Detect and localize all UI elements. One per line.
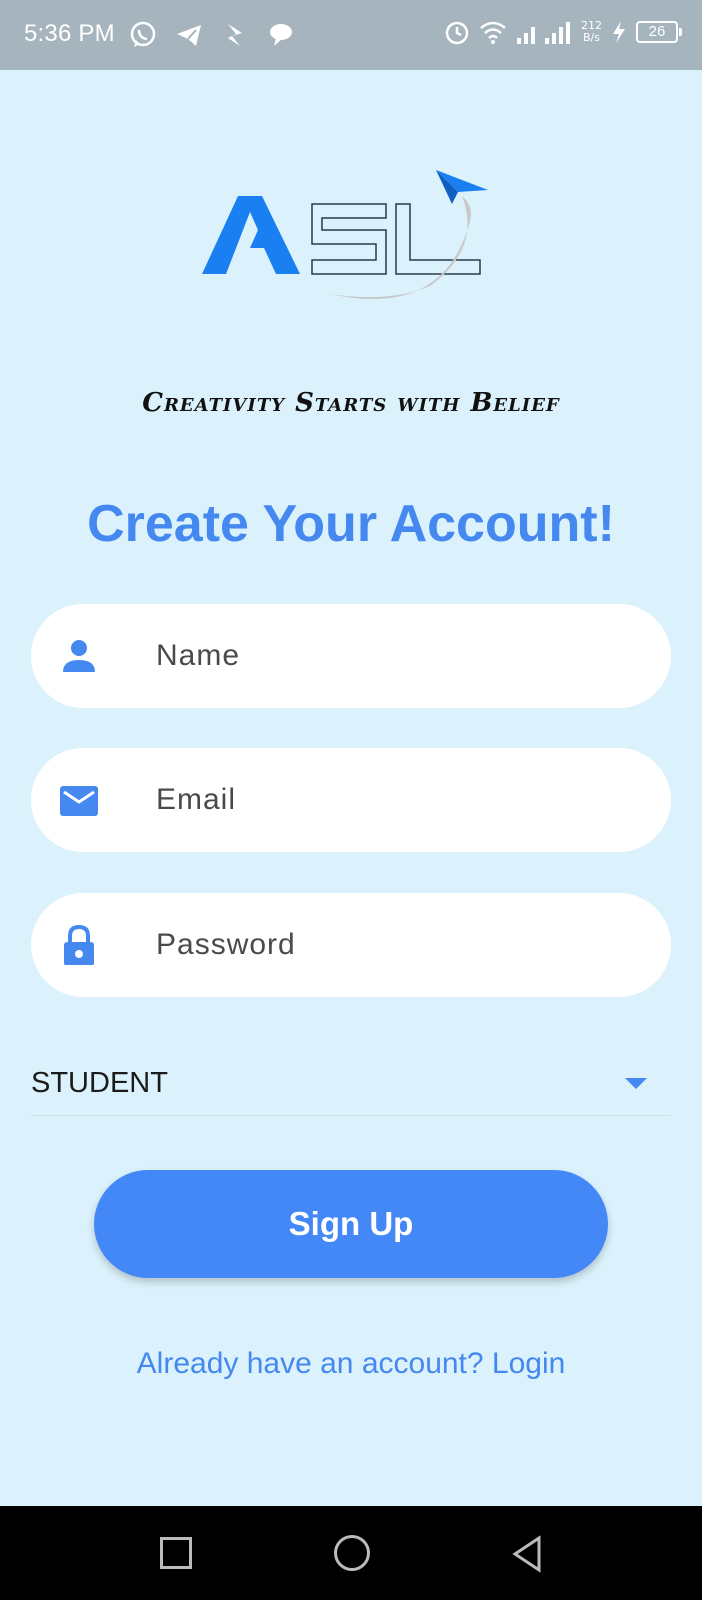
navigation-bar — [0, 1506, 702, 1600]
lock-icon — [59, 924, 99, 966]
system-icons: 212 B/s 26 — [443, 18, 682, 46]
alarm-icon — [443, 18, 471, 46]
status-time: 5:36 PM — [24, 20, 115, 47]
mail-icon — [59, 780, 99, 820]
wifi-icon — [479, 18, 507, 46]
name-field[interactable]: Name — [31, 604, 671, 708]
name-input[interactable]: Name — [156, 604, 641, 708]
dropdown-arrow-icon[interactable] — [625, 1078, 647, 1089]
password-input[interactable]: Password — [156, 893, 641, 997]
net-speed-unit: B/s — [583, 31, 600, 44]
chat-bubble-icon — [266, 20, 296, 50]
role-dropdown[interactable]: STUDENT — [31, 1054, 671, 1116]
signup-button[interactable]: Sign Up — [94, 1170, 608, 1278]
email-input[interactable]: Email — [156, 748, 641, 852]
status-bar: 5:36 PM 212 B/s 26 — [0, 0, 702, 70]
page-title: Create Your Account! — [87, 495, 615, 553]
recents-square-icon[interactable] — [160, 1537, 192, 1569]
role-selected-value: STUDENT — [31, 1067, 168, 1099]
home-circle-icon[interactable] — [334, 1535, 370, 1571]
notification-icons — [128, 20, 296, 50]
telegram-icon — [174, 20, 204, 50]
net-speed: 212 B/s — [581, 20, 602, 44]
battery-indicator: 26 — [636, 21, 682, 43]
signal-icon — [515, 18, 573, 46]
person-icon — [59, 636, 99, 676]
bolt-app-icon — [220, 20, 250, 50]
tagline: Creativity Starts with Belief — [142, 388, 560, 418]
login-link[interactable]: Already have an account? Login — [0, 1347, 702, 1381]
password-field[interactable]: Password — [31, 893, 671, 997]
whatsapp-icon — [128, 20, 158, 50]
asl-logo — [200, 168, 500, 308]
charging-icon — [610, 20, 628, 44]
email-field[interactable]: Email — [31, 748, 671, 852]
back-triangle-icon[interactable] — [511, 1535, 543, 1578]
